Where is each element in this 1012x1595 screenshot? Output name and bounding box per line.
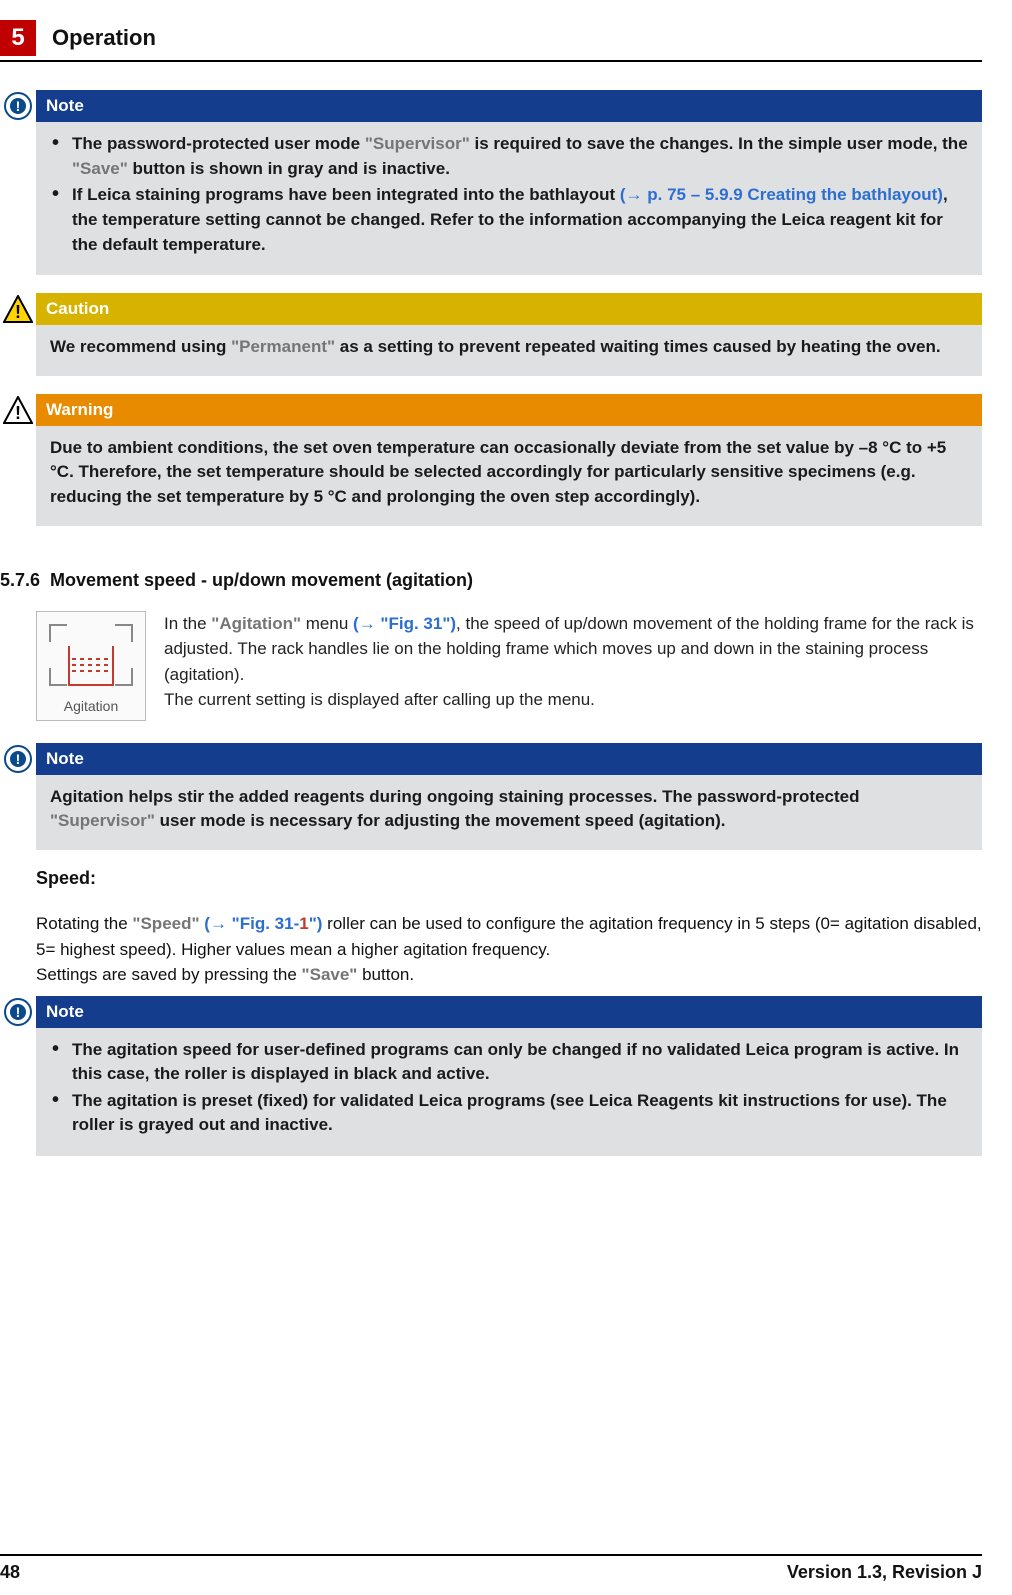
note-icon: ! <box>0 996 36 1157</box>
callout-title: Warning <box>36 394 982 426</box>
speed-paragraph: Rotating the "Speed" (→ "Fig. 31-1") rol… <box>36 911 982 988</box>
term-permanent: "Permanent" <box>231 337 335 356</box>
intro-text: In the "Agitation" menu (→ "Fig. 31"), t… <box>164 611 982 721</box>
svg-text:!: ! <box>15 302 21 322</box>
cross-reference-link[interactable]: (→ "Fig. 31-1") <box>204 914 322 933</box>
agitation-tile-label: Agitation <box>64 698 118 714</box>
term-save: "Save" <box>302 965 358 984</box>
note-content: Agitation helps stir the added reagents … <box>36 775 982 850</box>
section-title: Movement speed - up/down movement (agita… <box>50 570 473 591</box>
warning-callout: ! Warning Due to ambient conditions, the… <box>0 394 982 526</box>
note-bullet: If Leica staining programs have been int… <box>68 183 968 257</box>
cross-reference-link[interactable]: (→ p. 75 – 5.9.9 Creating the bathlayout… <box>620 185 943 204</box>
term-agitation: "Agitation" <box>211 614 301 633</box>
term-supervisor: "Supervisor" <box>365 134 470 153</box>
svg-text:!: ! <box>15 403 21 423</box>
note-icon: ! <box>0 743 36 850</box>
caution-callout: ! Caution We recommend using "Permanent"… <box>0 293 982 376</box>
version-label: Version 1.3, Revision J <box>787 1562 982 1583</box>
note-callout: ! Note The password-protected user mode … <box>0 90 982 275</box>
agitation-graphic-icon <box>68 646 114 686</box>
term-supervisor: "Supervisor" <box>50 811 155 830</box>
agitation-icon-tile: Agitation <box>36 611 146 721</box>
page-header: 5 Operation <box>0 20 982 62</box>
caution-icon: ! <box>0 293 36 376</box>
page-footer: 48 Version 1.3, Revision J <box>0 1554 1012 1583</box>
note-callout: ! Note Agitation helps stir the added re… <box>0 743 982 850</box>
term-speed: "Speed" <box>132 914 199 933</box>
note-bullet: The agitation speed for user-defined pro… <box>68 1038 968 1087</box>
chapter-title: Operation <box>52 25 156 51</box>
warning-icon: ! <box>0 394 36 526</box>
term-save: "Save" <box>72 159 128 178</box>
note-bullet: The password-protected user mode "Superv… <box>68 132 968 181</box>
callout-title: Caution <box>36 293 982 325</box>
speed-heading: Speed: <box>36 868 982 889</box>
cross-reference-link[interactable]: (→ "Fig. 31") <box>353 614 456 633</box>
intro-row: Agitation In the "Agitation" menu (→ "Fi… <box>36 611 982 721</box>
note-callout: ! Note The agitation speed for user-defi… <box>0 996 982 1157</box>
section-number: 5.7.6 <box>0 570 50 591</box>
caution-content: We recommend using "Permanent" as a sett… <box>36 325 982 376</box>
chapter-number-badge: 5 <box>0 20 36 56</box>
callout-title: Note <box>36 90 982 122</box>
warning-content: Due to ambient conditions, the set oven … <box>36 426 982 526</box>
note-icon: ! <box>0 90 36 275</box>
callout-title: Note <box>36 743 982 775</box>
note-bullet: The agitation is preset (fixed) for vali… <box>68 1089 968 1138</box>
page-number: 48 <box>0 1562 20 1583</box>
callout-title: Note <box>36 996 982 1028</box>
section-heading: 5.7.6 Movement speed - up/down movement … <box>0 570 982 591</box>
